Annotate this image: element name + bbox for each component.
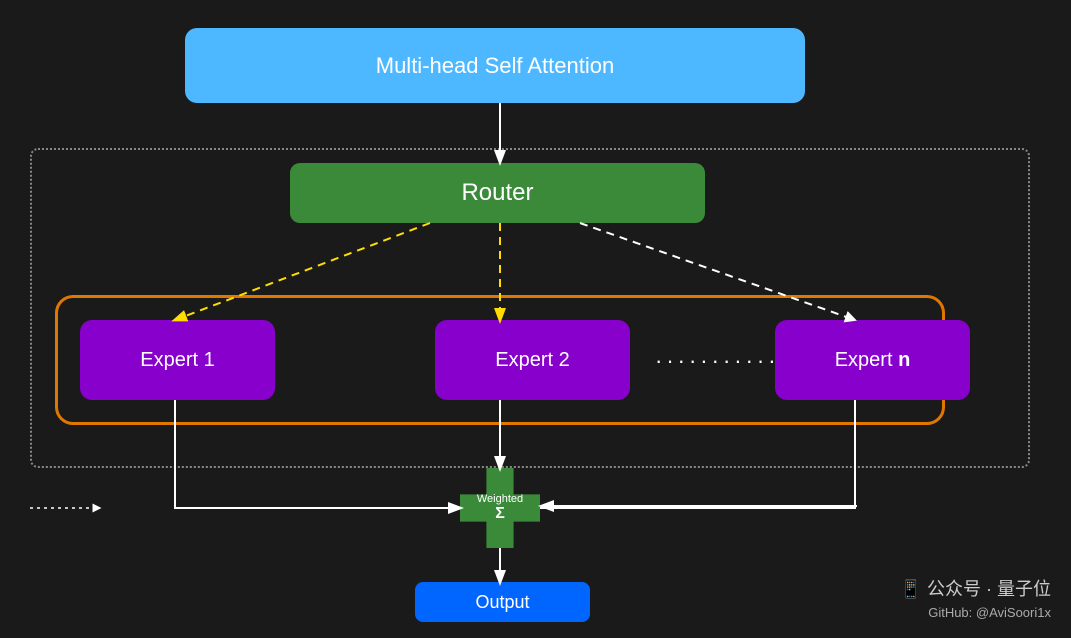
- output-label: Output: [475, 592, 529, 613]
- mhsa-label: Multi-head Self Attention: [376, 53, 614, 79]
- expert1-box: Expert 1: [80, 320, 275, 400]
- expert2-box: Expert 2: [435, 320, 630, 400]
- ellipsis: ···········: [655, 348, 780, 374]
- router-box: Router: [290, 163, 705, 223]
- weighted-label: Weighted Σ: [477, 493, 523, 523]
- diagram-container: Multi-head Self Attention Router Expert …: [0, 0, 1071, 638]
- wechat-text: 公众号 · 量子位: [927, 579, 1051, 599]
- wechat-label: 📱 公众号 · 量子位: [900, 575, 1051, 601]
- weighted-sum-box: Weighted Σ: [460, 468, 540, 548]
- github-label: GitHub: @AviSoori1x: [900, 605, 1051, 620]
- mhsa-box: Multi-head Self Attention: [185, 28, 805, 103]
- expert2-label: Expert 2: [495, 349, 569, 372]
- wechat-icon: 📱: [900, 579, 927, 599]
- expertn-box: Expert n: [775, 320, 970, 400]
- output-box: Output: [415, 582, 590, 622]
- watermark: 📱 公众号 · 量子位 GitHub: @AviSoori1x: [900, 575, 1051, 620]
- expertn-label: Expert n: [835, 349, 911, 372]
- router-label: Router: [461, 179, 533, 207]
- expert1-label: Expert 1: [140, 349, 214, 372]
